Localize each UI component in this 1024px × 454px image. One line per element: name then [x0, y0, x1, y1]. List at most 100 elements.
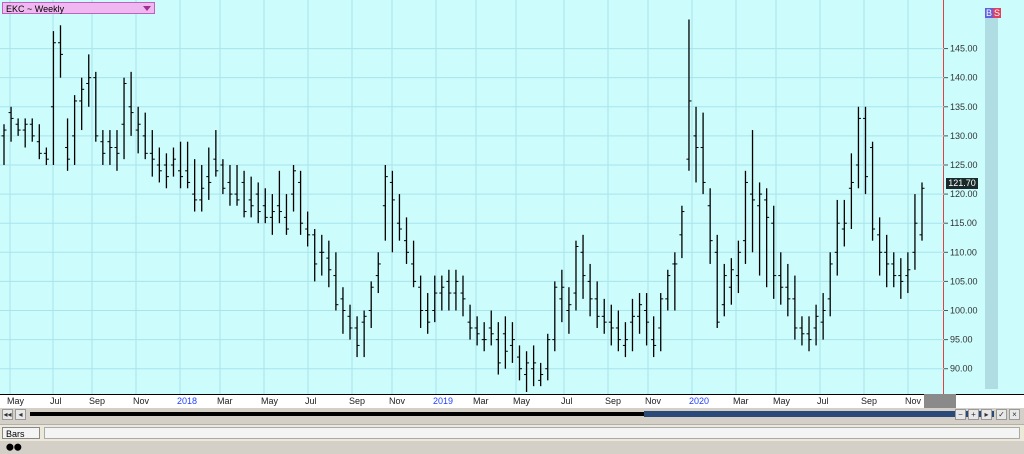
zoom-out-icon[interactable]: − [955, 409, 966, 420]
ohlc-bar [855, 106, 861, 189]
ohlc-bar [298, 170, 304, 235]
time-tick-label: Nov [133, 396, 150, 406]
ohlc-bar [509, 322, 515, 363]
ohlc-bar [495, 322, 501, 375]
time-tick-label: Nov [389, 396, 406, 406]
time-tick-label: Jul [305, 396, 317, 406]
ohlc-bar [905, 252, 911, 294]
ohlc-bar [326, 240, 332, 288]
red-arrow-icon[interactable]: × [1009, 409, 1020, 420]
time-tick-label: Nov [645, 396, 662, 406]
green-arrow-icon[interactable]: ✓ [996, 409, 1007, 420]
ohlc-bar [750, 130, 756, 253]
ohlc-bar [552, 281, 558, 352]
time-tick-label: May [7, 396, 25, 406]
ohlc-bar [354, 316, 360, 358]
ohlc-bar [693, 106, 699, 183]
ohlc-bar [827, 252, 833, 317]
ohlc-bar [580, 234, 586, 299]
ohlc-bar [305, 211, 311, 247]
scroll-thumb[interactable] [644, 411, 994, 417]
ohlc-bar [411, 240, 417, 288]
ohlc-bar [545, 333, 551, 381]
ohlc-bar [213, 130, 219, 177]
y-tick-label: 105.00 [950, 276, 978, 286]
ohlc-bar [389, 170, 395, 253]
ohlc-bar [361, 310, 367, 358]
time-tick-label: Jul [50, 396, 62, 406]
ohlc-bar [100, 130, 106, 165]
ohlc-bar [912, 194, 918, 270]
ohlc-bar [255, 182, 261, 224]
ohlc-bar [538, 362, 544, 387]
ohlc-bar [418, 275, 424, 328]
ohlc-bar [72, 95, 78, 165]
dropdown-arrow-icon[interactable] [143, 6, 151, 11]
horizontal-scrollbar[interactable]: ◂◂ ◂ − + ▸ ✓ × [0, 408, 1024, 422]
bars-tab-label: Bars [6, 429, 25, 439]
ohlc-bar [50, 31, 56, 165]
zoom-in-icon[interactable]: + [968, 409, 979, 420]
ohlc-bar [679, 205, 685, 259]
symbol-selector[interactable]: EKC ~ Weekly [2, 2, 155, 14]
scroll-right-icon[interactable]: ▸ [981, 409, 992, 420]
ohlc-bar [629, 298, 635, 352]
ohlc-bar [481, 322, 487, 352]
time-tick-label: Mar [473, 396, 489, 406]
ohlc-bar [488, 310, 494, 346]
ohlc-bar [764, 188, 770, 288]
time-tick-label: May [773, 396, 791, 406]
ohlc-bar [57, 25, 63, 78]
bars-tab[interactable]: Bars ⬤⬤ [2, 427, 40, 451]
ohlc-bar [700, 112, 706, 195]
ohlc-bar [319, 234, 325, 276]
ohlc-bar [834, 199, 840, 276]
ohlc-bar [86, 54, 92, 107]
y-tick-label: 115.00 [950, 218, 977, 228]
ohlc-bar [43, 147, 49, 165]
ohlc-bar [898, 258, 904, 299]
y-tick-label: 135.00 [950, 102, 978, 112]
time-tick-label: May [513, 396, 531, 406]
ohlc-bar [192, 159, 198, 212]
y-tick-label: 145.00 [950, 44, 978, 54]
time-tick-label: Sep [349, 396, 366, 406]
scroll-left-icon[interactable]: ◂ [15, 409, 26, 420]
time-tick-label: Jul [561, 396, 573, 406]
time-tick-label: May [261, 396, 279, 406]
ohlc-bar [806, 316, 812, 352]
ohlc-bar [170, 147, 176, 177]
ohlc-bar [65, 118, 71, 171]
ohlc-bar [665, 269, 671, 311]
ohlc-bar [276, 170, 282, 224]
ohlc-bar [206, 147, 212, 200]
time-tick-label: Mar [733, 396, 749, 406]
symbol-title: EKC ~ Weekly [6, 4, 65, 14]
ohlc-bar [502, 316, 508, 369]
ohlc-bar [36, 124, 42, 160]
time-tick-label: Jul [817, 396, 829, 406]
scroll-start-icon[interactable]: ◂◂ [2, 409, 13, 420]
ohlc-bar [283, 194, 289, 235]
ohlc-bar [884, 234, 890, 288]
ohlc-bar [474, 316, 480, 346]
ohlc-bar [686, 19, 692, 171]
ohlc-bar [248, 176, 254, 218]
time-axis: May Jul Sep Nov 2018 Mar May Jul Sep Nov 2019 Mar Ma… [0, 394, 1024, 408]
ohlc-bar [453, 269, 459, 311]
ohlc-bar [735, 240, 741, 294]
ohlc-bar [891, 252, 897, 288]
y-tick-label: 110.00 [950, 247, 977, 257]
ohlc-bar [220, 159, 226, 195]
ohlc-bar [163, 153, 169, 189]
ohlc-bar [820, 293, 826, 340]
ohlc-bar [291, 164, 297, 212]
ohlc-bar [432, 275, 438, 323]
ohlc-bar [799, 316, 805, 346]
ohlc-bar [573, 240, 579, 311]
ohlc-bar [637, 293, 643, 334]
ohlc-bar [877, 217, 883, 276]
time-tick-label: Sep [861, 396, 878, 406]
time-tick-label: 2020 [689, 396, 710, 406]
ohlc-bar [601, 298, 607, 334]
